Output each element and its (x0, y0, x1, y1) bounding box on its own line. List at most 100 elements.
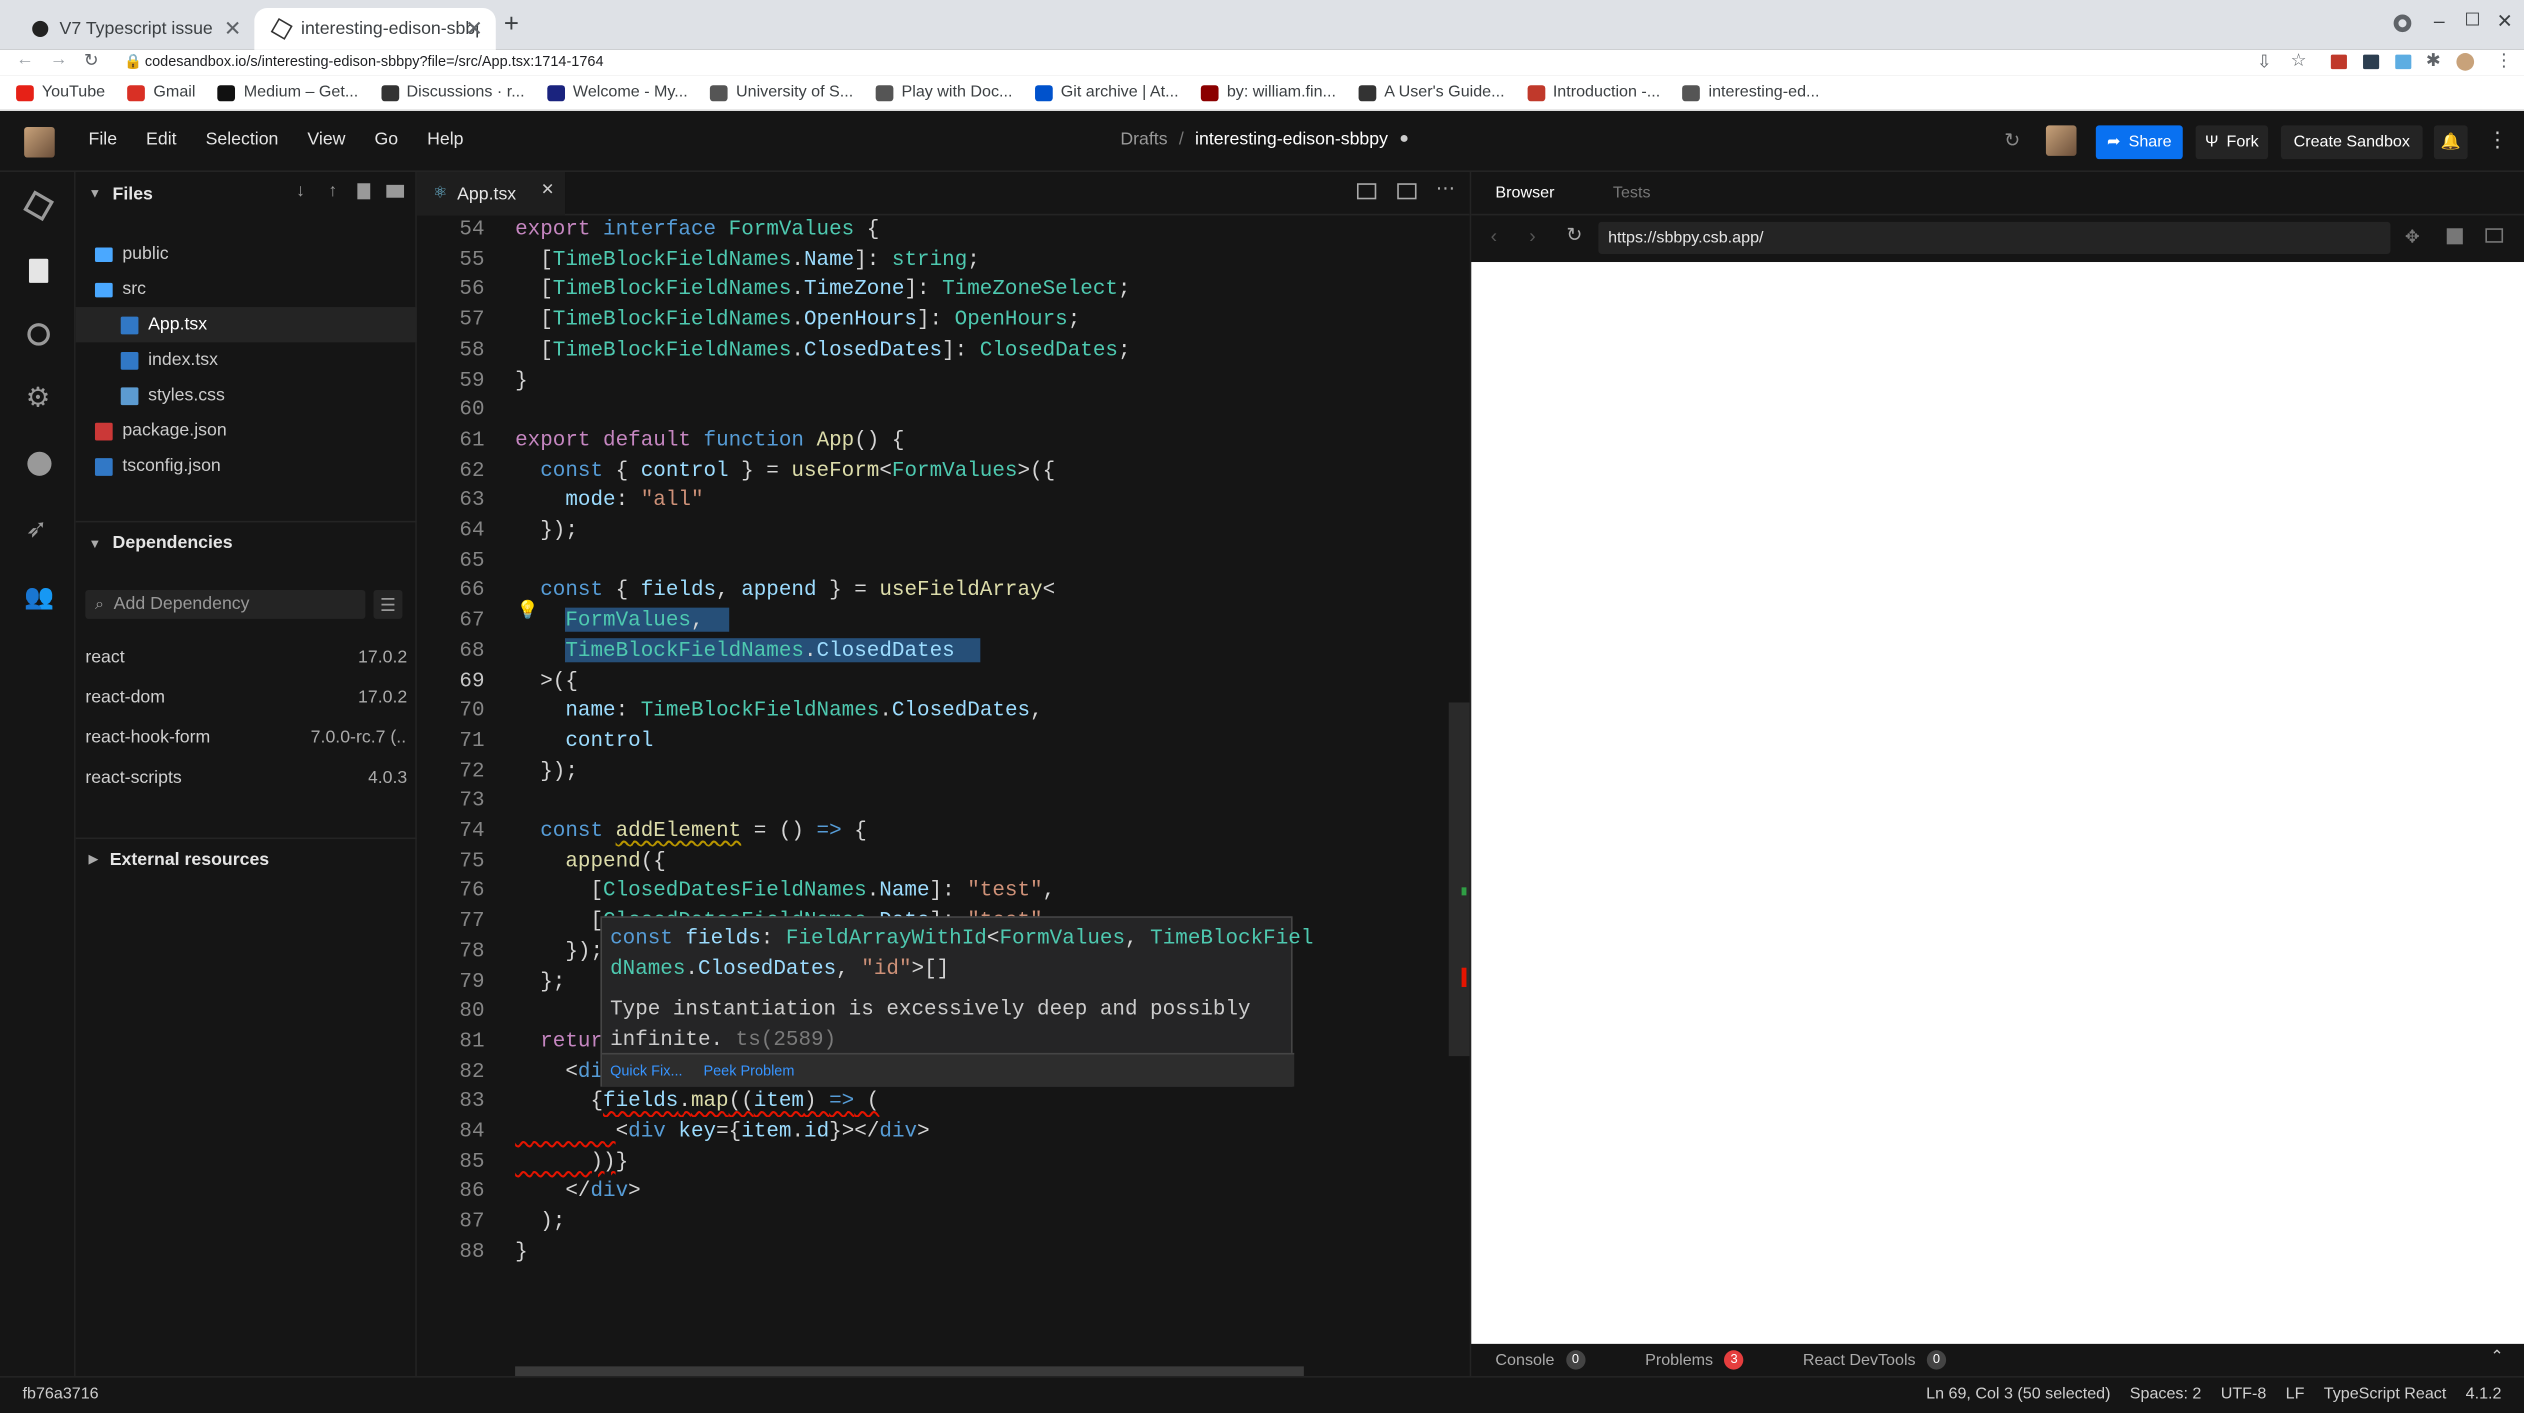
code-line[interactable]: 56 [TimeBlockFieldNames.TimeZone]: TimeZ… (417, 276, 1470, 306)
code-line[interactable]: 59} (417, 366, 1470, 396)
profile-indicator-icon[interactable] (2393, 14, 2412, 33)
external-resources-header[interactable]: ▶ External resources (75, 837, 417, 880)
bookmark-item[interactable]: Play with Doc... (875, 84, 1012, 101)
layout-icon[interactable] (2485, 228, 2504, 243)
external-window-icon[interactable]: ✥ (2405, 227, 2420, 247)
new-window-icon[interactable] (2446, 228, 2463, 245)
code-line[interactable]: 67 FormValues, (417, 606, 1470, 636)
menu-selection[interactable]: Selection (206, 130, 279, 149)
bookmark-item[interactable]: University of S... (710, 84, 853, 101)
code-line[interactable]: 61 export default function App() { (417, 426, 1470, 456)
chrome-menu-icon[interactable]: ⋮ (2495, 50, 2513, 70)
extension-icon[interactable] (2330, 54, 2347, 70)
forward-icon[interactable]: › (1529, 225, 1535, 248)
dependency-item[interactable]: react-dom 17.0.2 (76, 677, 417, 717)
code-line[interactable]: 68 TimeBlockFieldNames.ClosedDates (417, 636, 1470, 666)
add-dependency-field[interactable]: ⌕ Add Dependency (85, 589, 366, 619)
minimize-icon[interactable]: – (2434, 10, 2445, 33)
code-line[interactable]: 75 append({ (417, 847, 1470, 877)
dependencies-header[interactable]: ▼ Dependencies (75, 520, 417, 564)
code-line[interactable]: 71 control (417, 726, 1470, 756)
code-area[interactable]: 54 export interface FormValues {55 [TimeB… (417, 215, 1470, 1340)
preview-toggle-icon[interactable] (1397, 183, 1417, 200)
menu-file[interactable]: File (89, 130, 118, 149)
code-line[interactable]: 62 const { control } = useForm<FormValue… (417, 456, 1470, 486)
browser-tab-sandbox[interactable]: interesting-edison-sbbpy ✕ (254, 8, 496, 50)
back-icon[interactable]: ← (16, 50, 34, 69)
reload-icon[interactable]: ↻ (1566, 223, 1582, 246)
file-tree-item[interactable]: App.tsx (75, 307, 417, 343)
extension-icon[interactable] (2395, 54, 2412, 70)
quick-fix-link[interactable]: Quick Fix... (610, 1063, 682, 1079)
line-ending[interactable]: LF (2286, 1386, 2305, 1404)
avatar[interactable] (2456, 53, 2475, 71)
cursor-position[interactable]: Ln 69, Col 3 (50 selected) (1926, 1386, 2110, 1404)
back-icon[interactable]: ‹ (1491, 225, 1497, 248)
code-line[interactable]: 73 (417, 787, 1470, 817)
menu-help[interactable]: Help (427, 130, 463, 149)
code-line[interactable]: 84 <div key={item.id}></div> (417, 1117, 1470, 1147)
code-line[interactable]: 69 >({ (417, 666, 1470, 696)
file-tree-item[interactable]: public (76, 236, 417, 271)
code-line[interactable]: 54 export interface FormValues { (417, 215, 1470, 245)
preview-url-field[interactable]: https://sbbpy.csb.app/ (1598, 221, 2391, 254)
bookmark-item[interactable]: Gmail (127, 84, 195, 101)
commit-hash[interactable]: fb76a3716 (23, 1386, 99, 1404)
menu-go[interactable]: Go (374, 130, 398, 149)
file-tree-item[interactable]: styles.css (76, 378, 417, 413)
github-icon[interactable] (27, 451, 52, 476)
code-line[interactable]: 64 }); (417, 516, 1470, 546)
fork-button[interactable]: Ψ Fork (2195, 125, 2269, 160)
refresh-icon[interactable]: ↻ (2004, 129, 2020, 152)
preview-bottom-tab[interactable]: Console 0 (1495, 1350, 1586, 1370)
maximize-icon[interactable]: ☐ (2464, 10, 2480, 30)
deploy-rocket-icon[interactable]: ➶ (26, 513, 48, 545)
tab-browser[interactable]: Browser (1495, 185, 1554, 203)
code-line[interactable]: 65 (417, 546, 1470, 576)
code-line[interactable]: 74 const addElement = () => { (417, 817, 1470, 847)
bookmark-item[interactable]: Git archive | At... (1034, 84, 1179, 101)
new-folder-icon[interactable] (386, 184, 405, 198)
share-button[interactable]: ➦ Share (2095, 125, 2183, 160)
breadcrumb-drafts[interactable]: Drafts (1120, 130, 1167, 149)
files-header[interactable]: ▼ Files ↓ ↑ (76, 172, 417, 215)
language-mode[interactable]: TypeScript React (2324, 1386, 2447, 1404)
bookmark-item[interactable]: by: william.fin... (1201, 84, 1336, 101)
code-line[interactable]: 87 ); (417, 1207, 1470, 1237)
ts-version[interactable]: 4.1.2 (2466, 1386, 2502, 1404)
puzzle-icon[interactable]: ✱ (2426, 50, 2441, 70)
bookmark-item[interactable]: YouTube (16, 84, 105, 101)
lightbulb-icon[interactable]: 💡 (517, 600, 539, 620)
create-sandbox-button[interactable]: Create Sandbox (2280, 125, 2423, 160)
browser-tab-v7[interactable]: V7 Typescript issue - RC 7 ✕ (13, 8, 254, 50)
indentation[interactable]: Spaces: 2 (2130, 1386, 2202, 1404)
bookmark-item[interactable]: Discussions · r... (380, 84, 525, 101)
more-menu-icon[interactable]: ⋮ (2487, 127, 2508, 153)
close-tab-icon[interactable]: ✕ (465, 16, 483, 42)
code-line[interactable]: 86 </div> (417, 1177, 1470, 1207)
editor-tab-app[interactable]: ⚛ App.tsx ✕ (416, 172, 566, 216)
vertical-scrollbar[interactable] (1448, 702, 1470, 1057)
install-icon[interactable]: ⇩ (2257, 51, 2272, 72)
new-file-icon[interactable] (357, 183, 371, 200)
peek-problem-link[interactable]: Peek Problem (703, 1063, 794, 1079)
forward-icon[interactable]: → (50, 50, 68, 69)
url-field[interactable]: codesandbox.io/s/interesting-edison-sbbp… (145, 53, 604, 69)
upload-icon[interactable]: ↑ (328, 182, 337, 201)
bookmark-item[interactable]: A User's Guide... (1358, 84, 1505, 101)
code-line[interactable]: 85 ))} (417, 1147, 1470, 1177)
dependency-list-icon[interactable]: ☰ (373, 589, 403, 619)
close-window-icon[interactable]: ✕ (2497, 10, 2513, 33)
live-users-icon[interactable]: 👥 (24, 582, 54, 611)
bookmark-item[interactable]: interesting-ed... (1682, 84, 1819, 101)
file-explorer-icon[interactable] (28, 258, 49, 283)
user-avatar[interactable] (24, 126, 55, 158)
file-tree-item[interactable]: tsconfig.json (76, 448, 417, 483)
menu-view[interactable]: View (307, 130, 345, 149)
dependency-item[interactable]: react 17.0.2 (76, 637, 417, 677)
preview-bottom-tab[interactable]: React DevTools 0 (1803, 1350, 1947, 1370)
bookmark-item[interactable]: Medium – Get... (217, 84, 358, 101)
code-line[interactable]: 55 [TimeBlockFieldNames.Name]: string; (417, 245, 1470, 275)
code-line[interactable]: 63 mode: "all" (417, 486, 1470, 516)
code-line[interactable]: 60 (417, 396, 1470, 426)
